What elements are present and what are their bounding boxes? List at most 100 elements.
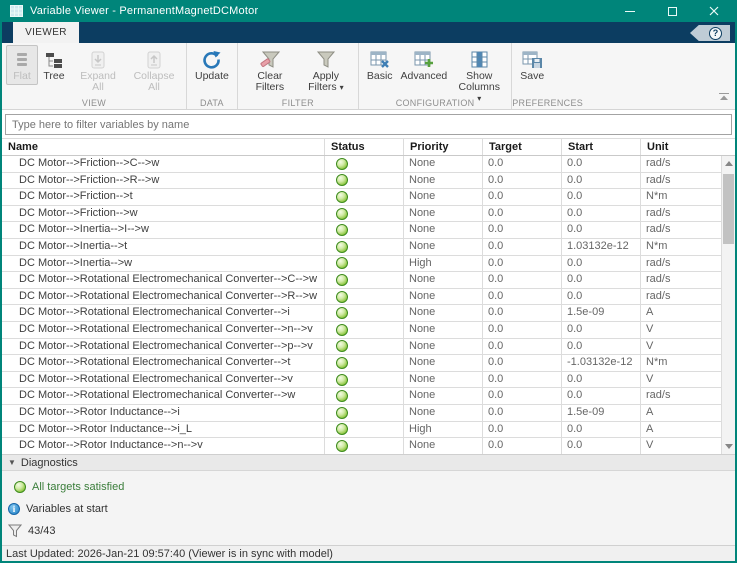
unit-cell[interactable]: V xyxy=(641,372,721,389)
collapse-all-button[interactable]: Collapse All xyxy=(126,45,182,96)
save-button[interactable]: Save xyxy=(516,45,548,85)
expand-all-button[interactable]: Expand All xyxy=(70,45,126,96)
priority-cell[interactable]: None xyxy=(404,404,483,422)
target-cell[interactable]: 0.0 xyxy=(483,338,562,356)
priority-cell[interactable]: None xyxy=(404,238,483,256)
maximize-button[interactable] xyxy=(651,0,693,22)
unit-cell[interactable]: rad/s xyxy=(641,206,721,223)
priority-cell[interactable]: High xyxy=(404,255,483,273)
flat-button[interactable]: Flat xyxy=(6,45,38,85)
target-cell[interactable]: 0.0 xyxy=(483,388,562,405)
unit-cell[interactable]: N*m xyxy=(641,355,721,372)
unit-cell[interactable]: rad/s xyxy=(641,272,721,289)
scroll-down-icon[interactable] xyxy=(722,440,735,453)
unit-cell[interactable]: rad/s xyxy=(641,388,721,405)
start-cell[interactable]: -1.03132e-12 xyxy=(562,355,641,372)
variable-name-cell[interactable]: DC Motor-->Rotational Electromechanical … xyxy=(2,371,325,389)
priority-cell[interactable]: None xyxy=(404,438,483,454)
target-cell[interactable]: 0.0 xyxy=(483,172,562,190)
target-cell[interactable]: 0.0 xyxy=(483,156,562,173)
target-cell[interactable]: 0.0 xyxy=(483,438,562,454)
priority-cell[interactable]: None xyxy=(404,205,483,223)
start-cell[interactable]: 0.0 xyxy=(562,288,641,306)
target-cell[interactable]: 0.0 xyxy=(483,321,562,339)
start-cell[interactable]: 1.03132e-12 xyxy=(562,238,641,256)
target-cell[interactable]: 0.0 xyxy=(483,371,562,389)
variable-name-cell[interactable]: DC Motor-->Rotational Electromechanical … xyxy=(2,305,325,322)
unit-cell[interactable]: V xyxy=(641,339,721,356)
start-cell[interactable]: 0.0 xyxy=(562,156,641,173)
diagnostics-header[interactable]: ▼ Diagnostics xyxy=(2,454,735,471)
start-cell[interactable]: 0.0 xyxy=(562,438,641,454)
unit-cell[interactable]: A xyxy=(641,305,721,322)
variable-name-cell[interactable]: DC Motor-->Inertia-->w xyxy=(2,255,325,273)
unit-cell[interactable]: rad/s xyxy=(641,156,721,173)
target-cell[interactable]: 0.0 xyxy=(483,272,562,289)
variable-name-cell[interactable]: DC Motor-->Inertia-->t xyxy=(2,238,325,256)
unit-cell[interactable]: N*m xyxy=(641,189,721,206)
start-cell[interactable]: 0.0 xyxy=(562,388,641,405)
unit-cell[interactable]: N*m xyxy=(641,239,721,256)
variable-filter-input[interactable] xyxy=(5,114,732,135)
unit-cell[interactable]: rad/s xyxy=(641,173,721,190)
start-cell[interactable]: 1.5e-09 xyxy=(562,305,641,322)
start-cell[interactable]: 0.0 xyxy=(562,272,641,289)
start-cell[interactable]: 0.0 xyxy=(562,371,641,389)
variable-name-cell[interactable]: DC Motor-->Rotational Electromechanical … xyxy=(2,321,325,339)
start-cell[interactable]: 0.0 xyxy=(562,172,641,190)
unit-cell[interactable]: A xyxy=(641,422,721,439)
column-header-target[interactable]: Target xyxy=(483,139,562,155)
target-cell[interactable]: 0.0 xyxy=(483,404,562,422)
column-header-start[interactable]: Start xyxy=(562,139,641,155)
scroll-up-icon[interactable] xyxy=(722,157,735,170)
apply-filters-button[interactable]: Apply Filters ▾ xyxy=(298,45,354,96)
start-cell[interactable]: 0.0 xyxy=(562,255,641,273)
priority-cell[interactable]: None xyxy=(404,222,483,239)
unit-cell[interactable]: V xyxy=(641,322,721,339)
priority-cell[interactable]: None xyxy=(404,172,483,190)
variable-name-cell[interactable]: DC Motor-->Rotational Electromechanical … xyxy=(2,388,325,405)
start-cell[interactable]: 0.0 xyxy=(562,321,641,339)
target-cell[interactable]: 0.0 xyxy=(483,355,562,372)
unit-cell[interactable]: rad/s xyxy=(641,222,721,239)
start-cell[interactable]: 0.0 xyxy=(562,189,641,206)
target-cell[interactable]: 0.0 xyxy=(483,205,562,223)
clear-filters-button[interactable]: Clear Filters xyxy=(242,45,298,96)
variable-name-cell[interactable]: DC Motor-->Rotor Inductance-->n-->v xyxy=(2,438,325,454)
target-cell[interactable]: 0.0 xyxy=(483,222,562,239)
start-cell[interactable]: 0.0 xyxy=(562,338,641,356)
variable-name-cell[interactable]: DC Motor-->Friction-->t xyxy=(2,189,325,206)
target-cell[interactable]: 0.0 xyxy=(483,288,562,306)
priority-cell[interactable]: None xyxy=(404,388,483,405)
target-cell[interactable]: 0.0 xyxy=(483,305,562,322)
minimize-button[interactable] xyxy=(609,0,651,22)
priority-cell[interactable]: None xyxy=(404,355,483,372)
start-cell[interactable]: 0.0 xyxy=(562,222,641,239)
collapse-toolstrip-button[interactable] xyxy=(718,88,730,106)
scrollbar-thumb[interactable] xyxy=(723,174,734,244)
target-cell[interactable]: 0.0 xyxy=(483,421,562,439)
unit-cell[interactable]: A xyxy=(641,405,721,422)
variable-name-cell[interactable]: DC Motor-->Friction-->w xyxy=(2,205,325,223)
variable-name-cell[interactable]: DC Motor-->Rotational Electromechanical … xyxy=(2,338,325,356)
tab-viewer[interactable]: VIEWER xyxy=(13,22,79,43)
target-cell[interactable]: 0.0 xyxy=(483,238,562,256)
start-cell[interactable]: 0.0 xyxy=(562,421,641,439)
close-button[interactable] xyxy=(693,0,735,22)
priority-cell[interactable]: High xyxy=(404,421,483,439)
help-button[interactable]: ? xyxy=(690,25,730,41)
basic-button[interactable]: Basic xyxy=(363,45,397,85)
target-cell[interactable]: 0.0 xyxy=(483,189,562,206)
priority-cell[interactable]: None xyxy=(404,305,483,322)
start-cell[interactable]: 0.0 xyxy=(562,205,641,223)
variable-name-cell[interactable]: DC Motor-->Rotational Electromechanical … xyxy=(2,272,325,289)
priority-cell[interactable]: None xyxy=(404,189,483,206)
variable-name-cell[interactable]: DC Motor-->Friction-->R-->w xyxy=(2,172,325,190)
unit-cell[interactable]: rad/s xyxy=(641,256,721,273)
priority-cell[interactable]: None xyxy=(404,156,483,173)
variable-name-cell[interactable]: DC Motor-->Rotational Electromechanical … xyxy=(2,355,325,372)
unit-cell[interactable]: V xyxy=(641,438,721,454)
variable-name-cell[interactable]: DC Motor-->Rotor Inductance-->i_L xyxy=(2,421,325,439)
priority-cell[interactable]: None xyxy=(404,338,483,356)
column-header-name[interactable]: Name xyxy=(2,139,325,155)
